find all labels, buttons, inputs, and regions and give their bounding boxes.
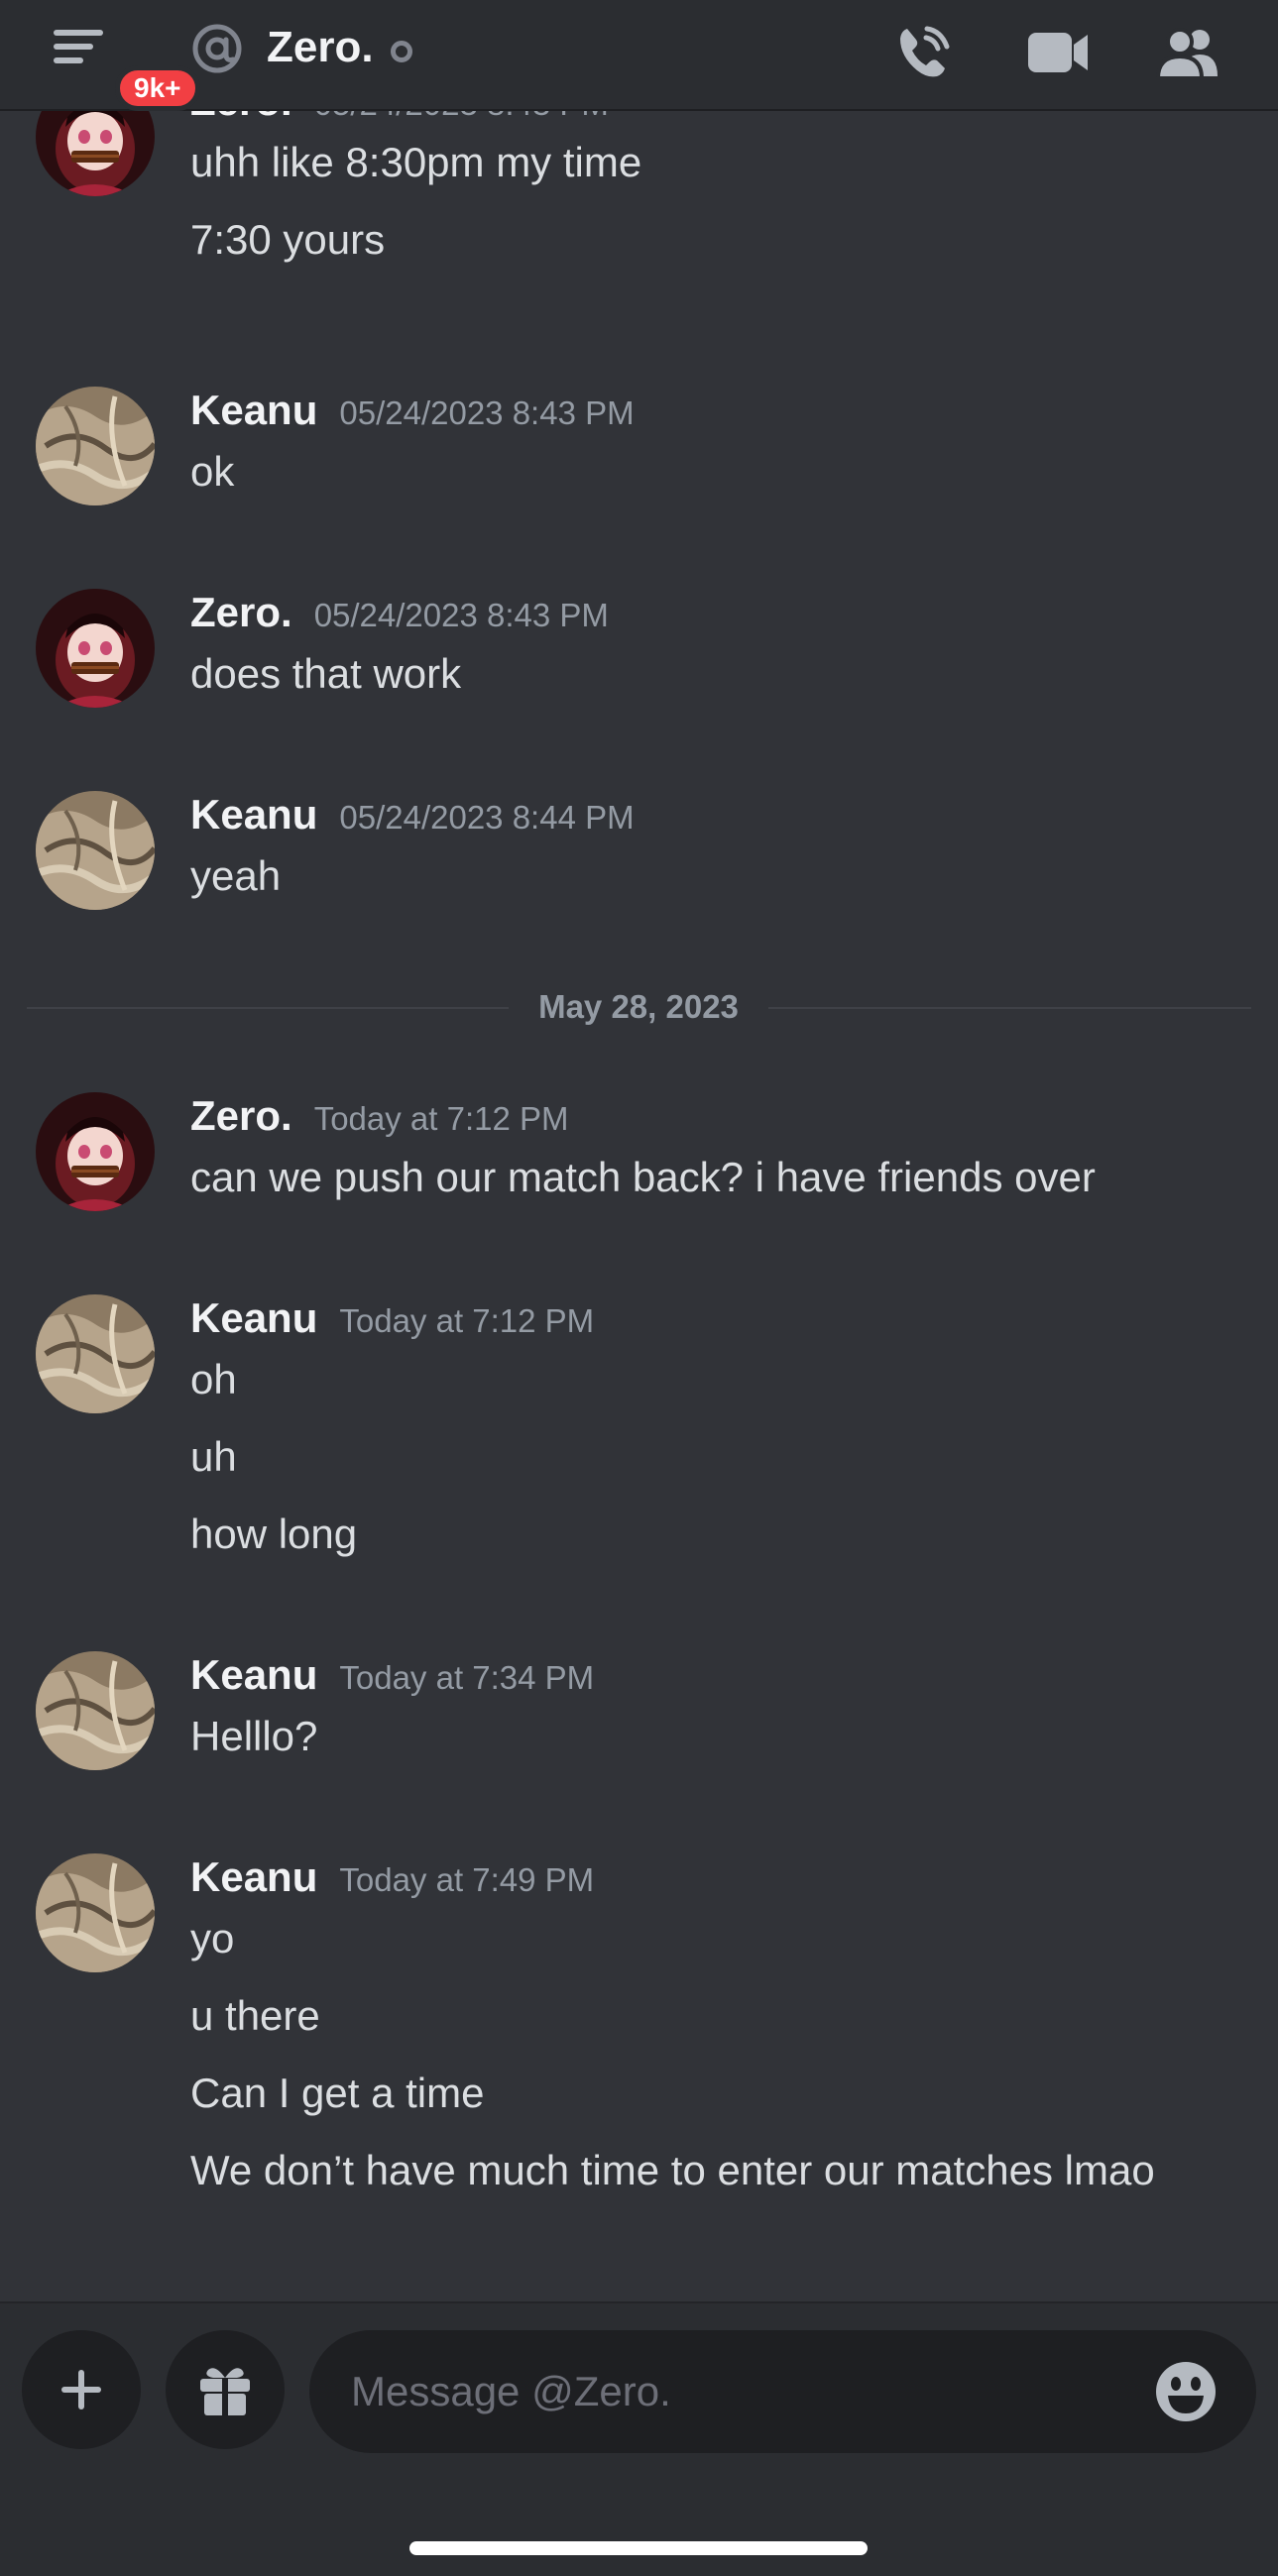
dm-header: 9k+ Zero. xyxy=(0,0,1278,111)
author-name[interactable]: Keanu xyxy=(190,791,317,838)
author-name[interactable]: Keanu xyxy=(190,1853,317,1900)
zero-avatar[interactable] xyxy=(36,111,155,196)
message-text[interactable]: uhh like 8:30pm my time xyxy=(190,137,641,188)
message-text[interactable]: Can I get a time xyxy=(190,2068,484,2119)
message-text[interactable]: oh xyxy=(190,1354,237,1405)
message-header: Keanu Today at 7:49 PM xyxy=(190,1853,594,1901)
plus-icon xyxy=(61,2370,101,2409)
message-input[interactable] xyxy=(351,2330,1124,2453)
message-text[interactable]: 7:30 yours xyxy=(190,214,385,266)
message-timestamp: 05/24/2023 8:43 PM xyxy=(314,111,609,122)
message-timestamp: Today at 7:34 PM xyxy=(339,1659,595,1696)
message-text[interactable]: ok xyxy=(190,446,234,498)
keanu-avatar[interactable] xyxy=(36,1294,155,1413)
zero-avatar-image xyxy=(36,589,155,708)
video-call-button[interactable] xyxy=(1023,18,1093,87)
zero-avatar[interactable] xyxy=(36,589,155,708)
message-text[interactable]: uh xyxy=(190,1431,237,1483)
date-divider: May 28, 2023 xyxy=(27,977,1251,1037)
message-text[interactable]: Helllo? xyxy=(190,1711,317,1762)
message-text[interactable]: does that work xyxy=(190,648,461,700)
keanu-avatar-image xyxy=(36,791,155,910)
keanu-avatar-image xyxy=(36,387,155,505)
author-name[interactable]: Zero. xyxy=(190,111,292,124)
message-list[interactable]: Zero. 05/24/2023 8:43 PM uhh like 8:30pm … xyxy=(0,111,1278,2301)
message-composer xyxy=(0,2301,1278,2576)
channel-title[interactable]: Zero. xyxy=(267,20,374,75)
keanu-avatar[interactable] xyxy=(36,387,155,505)
message-text[interactable]: u there xyxy=(190,1990,320,2042)
video-camera-icon xyxy=(1028,33,1088,72)
emoji-icon[interactable] xyxy=(1154,2360,1218,2423)
author-name[interactable]: Keanu xyxy=(190,387,317,433)
message-text[interactable]: yeah xyxy=(190,850,281,902)
message-header: Keanu Today at 7:34 PM xyxy=(190,1651,594,1699)
home-indicator[interactable] xyxy=(409,2541,868,2555)
message-header: Zero. 05/24/2023 8:43 PM xyxy=(190,589,609,636)
divider-line xyxy=(768,1007,1251,1009)
keanu-avatar-image xyxy=(36,1294,155,1413)
offline-status-icon xyxy=(391,41,412,62)
author-name[interactable]: Keanu xyxy=(190,1294,317,1341)
call-button[interactable] xyxy=(888,18,958,87)
keanu-avatar[interactable] xyxy=(36,1853,155,1972)
at-icon xyxy=(192,24,242,73)
message-text[interactable]: can we push our match back? i have frien… xyxy=(190,1152,1096,1203)
message-timestamp: 05/24/2023 8:44 PM xyxy=(339,799,635,836)
author-name[interactable]: Zero. xyxy=(190,589,292,635)
message-header: Zero. 05/24/2023 8:43 PM xyxy=(190,111,609,125)
members-icon xyxy=(1156,28,1218,80)
message-header: Keanu Today at 7:12 PM xyxy=(190,1294,594,1342)
gift-icon xyxy=(200,2368,250,2415)
gift-button[interactable] xyxy=(166,2330,285,2449)
add-attachment-button[interactable] xyxy=(22,2330,141,2449)
message-timestamp: 05/24/2023 8:43 PM xyxy=(313,597,609,633)
message-header: Keanu 05/24/2023 8:44 PM xyxy=(190,791,635,839)
zero-avatar[interactable] xyxy=(36,1092,155,1211)
zero-avatar-image xyxy=(36,111,155,196)
phone-call-icon xyxy=(900,26,950,77)
author-name[interactable]: Zero. xyxy=(190,1092,292,1139)
message-input-wrapper[interactable] xyxy=(309,2330,1256,2453)
message-text[interactable]: We don’t have much time to enter our mat… xyxy=(190,2145,1155,2196)
message-text[interactable]: how long xyxy=(190,1509,357,1560)
keanu-avatar-image xyxy=(36,1651,155,1770)
author-name[interactable]: Keanu xyxy=(190,1651,317,1698)
date-divider-label: May 28, 2023 xyxy=(538,988,739,1025)
menu-button[interactable]: 9k+ xyxy=(50,26,200,111)
divider-line xyxy=(27,1007,509,1009)
hamburger-menu-icon xyxy=(54,30,103,63)
keanu-avatar[interactable] xyxy=(36,1651,155,1770)
message-text[interactable]: yo xyxy=(190,1913,234,1964)
unread-badge: 9k+ xyxy=(115,65,200,111)
zero-avatar-image xyxy=(36,1092,155,1211)
message-header: Keanu 05/24/2023 8:43 PM xyxy=(190,387,635,434)
message-timestamp: 05/24/2023 8:43 PM xyxy=(339,394,635,431)
keanu-avatar[interactable] xyxy=(36,791,155,910)
message-timestamp: Today at 7:49 PM xyxy=(339,1861,595,1898)
message-header: Zero. Today at 7:12 PM xyxy=(190,1092,569,1140)
message-timestamp: Today at 7:12 PM xyxy=(313,1100,569,1137)
message-timestamp: Today at 7:12 PM xyxy=(339,1302,595,1339)
members-button[interactable] xyxy=(1154,18,1223,87)
keanu-avatar-image xyxy=(36,1853,155,1972)
